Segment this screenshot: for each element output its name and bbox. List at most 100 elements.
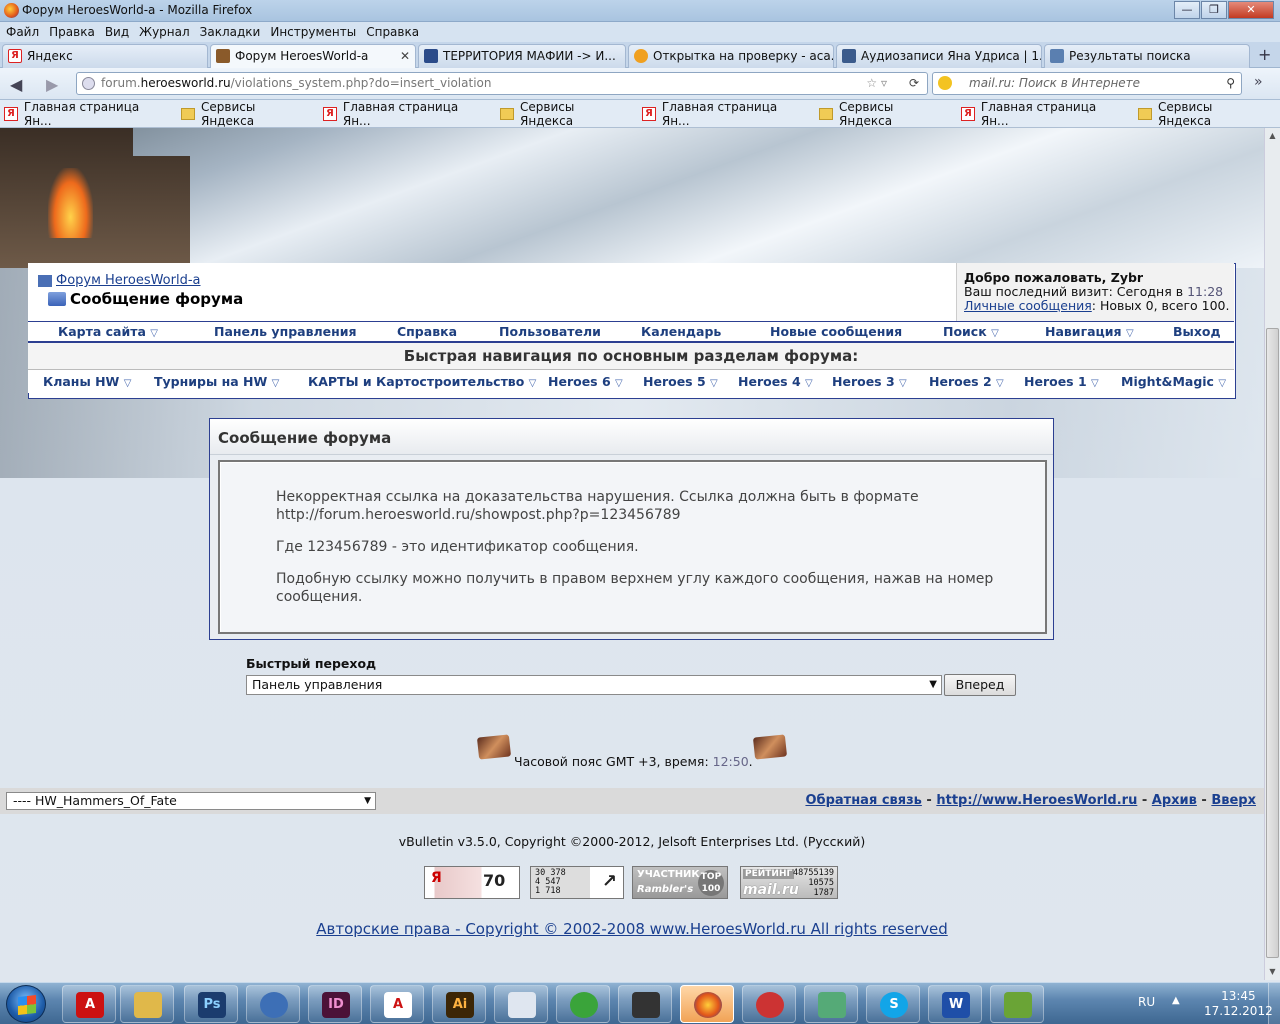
- taskbar-pdf[interactable]: A: [370, 985, 424, 1023]
- contact-link[interactable]: Обратная связь: [805, 793, 921, 808]
- taskbar-monitor[interactable]: [618, 985, 672, 1023]
- menu-members[interactable]: Пользователи: [499, 324, 601, 339]
- menu-control-panel[interactable]: Панель управления: [214, 324, 357, 339]
- url-bar[interactable]: forum.heroesworld.ru/violations_system.p…: [76, 72, 928, 95]
- mailru-counter[interactable]: РЕЙТИНГ mail.ru 48755139 10575 1787: [740, 866, 838, 899]
- acrobat-icon: A: [76, 992, 104, 1018]
- menu-help-link[interactable]: Справка: [397, 324, 457, 339]
- tab-heroesworld[interactable]: Форум HeroesWorld-а ✕: [210, 44, 416, 68]
- menu-view[interactable]: Вид: [105, 25, 129, 39]
- taskbar-torrent[interactable]: [990, 985, 1044, 1023]
- menu-history[interactable]: Журнал: [139, 25, 190, 39]
- taskbar-corel[interactable]: [556, 985, 610, 1023]
- clock[interactable]: 13:45 17.12.2012: [1204, 989, 1273, 1019]
- taskbar-illustrator[interactable]: Ai: [432, 985, 486, 1023]
- taskbar-indesign[interactable]: ID: [308, 985, 362, 1023]
- breadcrumb-home-link[interactable]: Форум HeroesWorld-а: [56, 273, 201, 288]
- bookmark-item[interactable]: Сервисы Яндекса: [819, 100, 949, 128]
- menu-calendar[interactable]: Календарь: [641, 324, 721, 339]
- section-tournaments[interactable]: Турниры на HW ▽: [154, 374, 279, 389]
- quick-nav-title: Быстрая навигация по основным разделам ф…: [28, 343, 1234, 369]
- dropdown-arrow-icon: ▽: [528, 378, 537, 389]
- yandex-counter[interactable]: Я 70: [424, 866, 520, 899]
- back-icon[interactable]: ◀: [10, 75, 22, 94]
- section-might-magic[interactable]: Might&Magic ▽: [1121, 374, 1226, 389]
- taskbar-paint[interactable]: [494, 985, 548, 1023]
- minimize-button[interactable]: —: [1174, 1, 1200, 19]
- maximize-button[interactable]: ❐: [1201, 1, 1227, 19]
- style-select[interactable]: ---- HW_Hammers_Of_Fate ▼: [6, 792, 376, 810]
- toolbar-menu-icon[interactable]: »: [1254, 74, 1263, 90]
- taskbar-explorer[interactable]: [120, 985, 174, 1023]
- section-heroes5[interactable]: Heroes 5 ▽: [643, 374, 718, 389]
- taskbar-firefox[interactable]: [680, 985, 734, 1023]
- taskbar-skype[interactable]: S: [866, 985, 920, 1023]
- menu-help[interactable]: Справка: [366, 25, 419, 39]
- bookmark-item[interactable]: Сервисы Яндекса: [1138, 100, 1268, 128]
- menu-new-posts[interactable]: Новые сообщения: [770, 324, 902, 339]
- dropdown-arrow-icon: ▽: [805, 378, 813, 389]
- section-heroes6[interactable]: Heroes 6 ▽: [548, 374, 623, 389]
- tray-expand-icon[interactable]: ▲: [1172, 995, 1180, 1006]
- section-maps[interactable]: КАРТЫ и Картостроительство ▽: [308, 374, 536, 389]
- menu-logout[interactable]: Выход: [1173, 324, 1221, 339]
- forward-icon[interactable]: ▶: [46, 75, 58, 94]
- rambler-counter[interactable]: УЧАСТНИК Rambler's TOP 100: [632, 866, 728, 899]
- menu-bookmarks[interactable]: Закладки: [200, 25, 261, 39]
- copyright-link[interactable]: Авторские права - Copyright © 2002-2008 …: [316, 920, 948, 938]
- reload-icon[interactable]: ⟳: [909, 73, 919, 94]
- tab-yandex[interactable]: Я Яндекс: [2, 44, 208, 68]
- bookmark-item[interactable]: Сервисы Яндекса: [181, 100, 311, 128]
- quick-jump-select[interactable]: Панель управления ▼: [246, 675, 942, 695]
- bookmark-item[interactable]: Сервисы Яндекса: [500, 100, 630, 128]
- archive-link[interactable]: Архив: [1152, 793, 1197, 808]
- forum-top-menu: Карта сайта ▽ Панель управления Справка …: [28, 321, 1234, 343]
- bookmark-item[interactable]: Я Главная страница Ян...: [4, 100, 169, 128]
- section-heroes4[interactable]: Heroes 4 ▽: [738, 374, 813, 389]
- language-indicator[interactable]: RU: [1138, 995, 1155, 1009]
- new-tab-icon[interactable]: +: [1258, 45, 1271, 64]
- section-heroes1[interactable]: Heroes 1 ▽: [1024, 374, 1099, 389]
- menu-tools[interactable]: Инструменты: [270, 25, 356, 39]
- tab-mafia[interactable]: ТЕРРИТОРИЯ МАФИИ -> И...: [418, 44, 626, 68]
- liveinternet-counter[interactable]: 30 378 4 547 1 718 ↗: [530, 866, 624, 899]
- scroll-thumb[interactable]: [1266, 328, 1279, 958]
- private-messages-link[interactable]: Личные сообщения: [964, 298, 1092, 313]
- dropdown-arrow-icon: ▽: [615, 378, 623, 389]
- search-icon[interactable]: ⚲: [1226, 73, 1235, 94]
- taskbar-word[interactable]: W: [928, 985, 982, 1023]
- homepage-link[interactable]: http://www.HeroesWorld.ru: [936, 793, 1137, 808]
- scroll-up-icon[interactable]: ▲: [1265, 128, 1280, 144]
- bookmark-item[interactable]: Я Главная страница Ян...: [961, 100, 1126, 128]
- bookmark-item[interactable]: Я Главная страница Ян...: [642, 100, 807, 128]
- menu-file[interactable]: Файл: [6, 25, 39, 39]
- menu-navigation[interactable]: Навигация ▽: [1045, 324, 1134, 339]
- tab-search-results[interactable]: Результаты поиска: [1044, 44, 1250, 68]
- search-input[interactable]: mail.ru: Поиск в Интернете ⚲: [932, 72, 1242, 95]
- taskbar-acrobat[interactable]: A: [62, 985, 116, 1023]
- menu-sitemap[interactable]: Карта сайта ▽: [58, 324, 158, 339]
- quick-jump-go-button[interactable]: Вперед: [944, 674, 1016, 696]
- close-tab-icon[interactable]: ✕: [400, 45, 410, 67]
- section-heroes2[interactable]: Heroes 2 ▽: [929, 374, 1004, 389]
- tab-postcard[interactable]: Открытка на проверку - аса...: [628, 44, 834, 68]
- scroll-down-icon[interactable]: ▼: [1265, 964, 1280, 980]
- bookmark-item[interactable]: Я Главная страница Ян...: [323, 100, 488, 128]
- window-titlebar: Форум HeroesWorld-а - Mozilla Firefox — …: [0, 0, 1280, 22]
- taskbar-photoshop[interactable]: Ps: [184, 985, 238, 1023]
- show-desktop-button[interactable]: [1268, 983, 1280, 1024]
- taskbar-thunderbird[interactable]: [246, 985, 300, 1023]
- tab-audio[interactable]: Аудиозаписи Яна Удриса | 1...: [836, 44, 1042, 68]
- vertical-scrollbar[interactable]: ▲ ▼: [1264, 128, 1280, 980]
- menu-edit[interactable]: Правка: [49, 25, 95, 39]
- taskbar-winamp[interactable]: [804, 985, 858, 1023]
- menu-search[interactable]: Поиск ▽: [943, 324, 999, 339]
- section-heroes3[interactable]: Heroes 3 ▽: [832, 374, 907, 389]
- section-clans[interactable]: Кланы HW ▽: [43, 374, 131, 389]
- taskbar-app[interactable]: [742, 985, 796, 1023]
- bookmark-star-icon[interactable]: ☆ ▿: [866, 73, 887, 94]
- start-button[interactable]: [6, 985, 46, 1023]
- top-link[interactable]: Вверх: [1211, 793, 1256, 808]
- welcome-greeting: Добро пожаловать, Zybr: [964, 270, 1144, 285]
- close-button[interactable]: ✕: [1228, 1, 1274, 19]
